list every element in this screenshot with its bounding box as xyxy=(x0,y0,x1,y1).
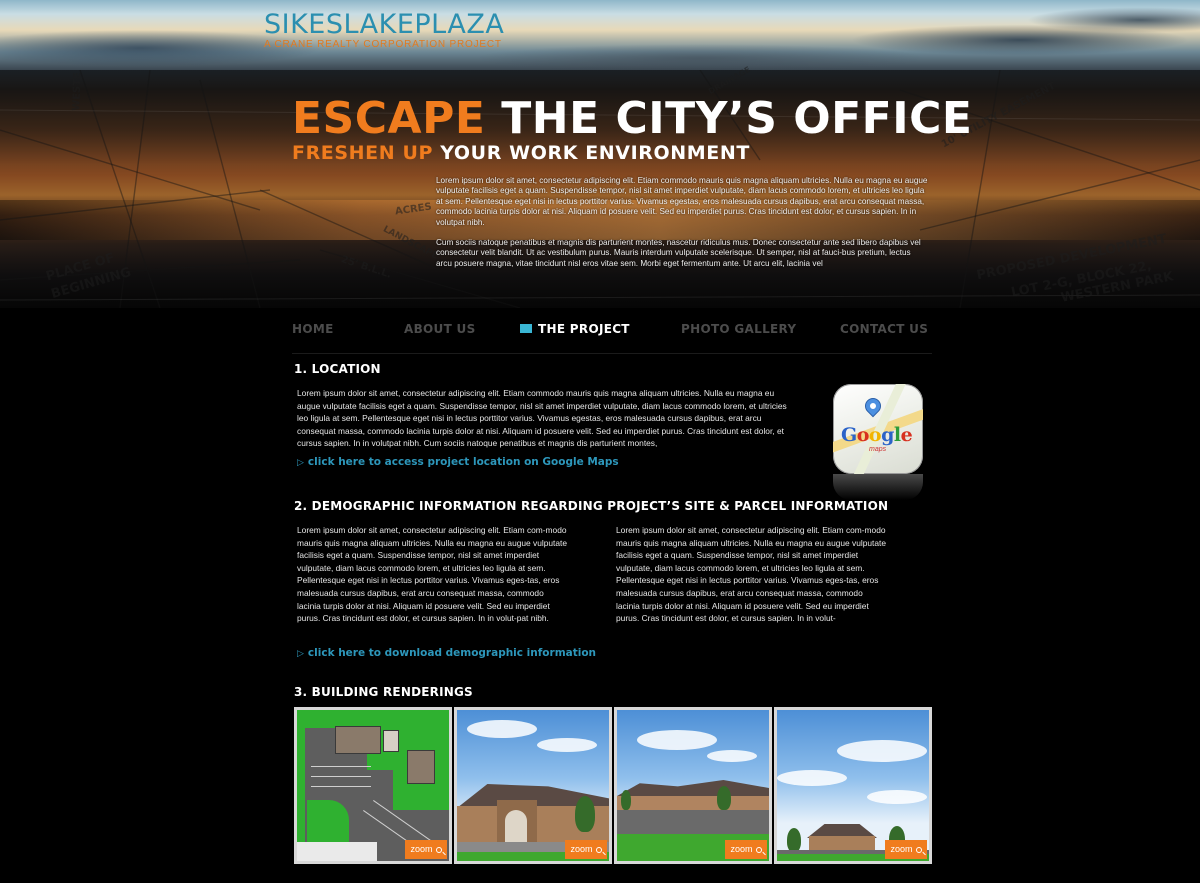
icon-reflection xyxy=(833,474,923,500)
demographic-title: 2. DEMOGRAPHIC INFORMATION REGARDING PRO… xyxy=(294,499,889,513)
zoom-button[interactable]: zoom xyxy=(885,840,927,859)
intro-paragraph: Lorem ipsum dolor sit amet, consectetur … xyxy=(436,176,928,227)
demographic-link-label: click here to download demographic infor… xyxy=(307,647,597,659)
google-wordmark: Google xyxy=(841,424,913,446)
sky-clouds xyxy=(0,0,1200,70)
rendering-thumb-front-facade[interactable]: zoom xyxy=(454,707,612,864)
zoom-label: zoom xyxy=(410,844,433,854)
renderings-title: 3. BUILDING RENDERINGS xyxy=(294,685,473,699)
headline-rest: THE CITY’S OFFICE xyxy=(485,93,973,144)
arrow-right-icon: ▷ xyxy=(297,649,304,659)
magnifier-icon xyxy=(435,847,442,853)
google-maps-link[interactable]: ▷ click here to access project location o… xyxy=(297,456,619,468)
site-logo[interactable]: SIKESLAKEPLAZA A CRANE REALTY CORPORATIO… xyxy=(264,9,505,51)
nav-item-contact-us[interactable]: CONTACT US xyxy=(840,322,928,336)
arrow-right-icon: ▷ xyxy=(297,458,304,468)
logo-title: SIKESLAKEPLAZA xyxy=(264,9,505,40)
nav-item-about-us[interactable]: ABOUT US xyxy=(404,322,476,336)
nav-item-the-project[interactable]: THE PROJECT xyxy=(520,322,630,336)
zoom-button[interactable]: zoom xyxy=(405,840,447,859)
zoom-button[interactable]: zoom xyxy=(565,840,607,859)
zoom-label: zoom xyxy=(570,844,593,854)
hero-intro: Lorem ipsum dolor sit amet, consectetur … xyxy=(436,176,928,269)
headline-main: ESCAPE THE CITY’S OFFICE xyxy=(292,92,972,146)
nav-item-label: THE PROJECT xyxy=(538,322,630,336)
subhead-accent: FRESHEN UP xyxy=(292,142,434,164)
demographic-text-col1: Lorem ipsum dolor sit amet, consectetur … xyxy=(297,525,568,624)
wide-view-image xyxy=(777,710,929,861)
rendering-thumb-wide-view[interactable]: zoom xyxy=(774,707,932,864)
front-facade-image xyxy=(457,710,609,861)
rendering-thumb-parking-view[interactable]: zoom xyxy=(614,707,772,864)
rendering-thumb-site-plan[interactable]: zoom xyxy=(294,707,452,864)
location-text: Lorem ipsum dolor sit amet, consectetur … xyxy=(297,388,787,449)
parking-view-image xyxy=(617,710,769,861)
active-marker-icon xyxy=(520,324,532,333)
headline-accent: ESCAPE xyxy=(292,93,486,144)
nav-item-photo-gallery[interactable]: PHOTO GALLERY xyxy=(681,322,796,336)
blueprint-label: WESTE xyxy=(71,71,84,112)
demographic-download-link[interactable]: ▷ click here to download demographic info… xyxy=(297,647,596,659)
main-nav: HOME ABOUT US THE PROJECT PHOTO GALLERY … xyxy=(292,310,932,354)
google-maps-icon[interactable]: Google maps xyxy=(833,384,923,474)
hero-banner: PROPOSED DEVELOPMENT LOT 2-G, BLOCK 22, … xyxy=(0,0,1200,308)
hero-headline: ESCAPE THE CITY’S OFFICE FRESHEN UP YOUR… xyxy=(292,92,972,164)
demographic-text-col2: Lorem ipsum dolor sit amet, consectetur … xyxy=(616,525,887,624)
magnifier-icon xyxy=(755,847,762,853)
nav-item-home[interactable]: HOME xyxy=(292,322,334,336)
magnifier-icon xyxy=(595,847,602,853)
magnifier-icon xyxy=(915,847,922,853)
maps-label: maps xyxy=(869,446,887,453)
location-title: 1. LOCATION xyxy=(294,362,381,376)
google-maps-link-label: click here to access project location on… xyxy=(307,456,619,468)
logo-subtitle: A CRANE REALTY CORPORATION PROJECT xyxy=(264,39,502,50)
zoom-button[interactable]: zoom xyxy=(725,840,767,859)
zoom-label: zoom xyxy=(890,844,913,854)
site-plan-image xyxy=(297,710,449,861)
subhead-rest: YOUR WORK ENVIRONMENT xyxy=(433,142,750,164)
intro-paragraph: Cum sociis natoque penatibus et magnis d… xyxy=(436,238,921,268)
zoom-label: zoom xyxy=(730,844,753,854)
